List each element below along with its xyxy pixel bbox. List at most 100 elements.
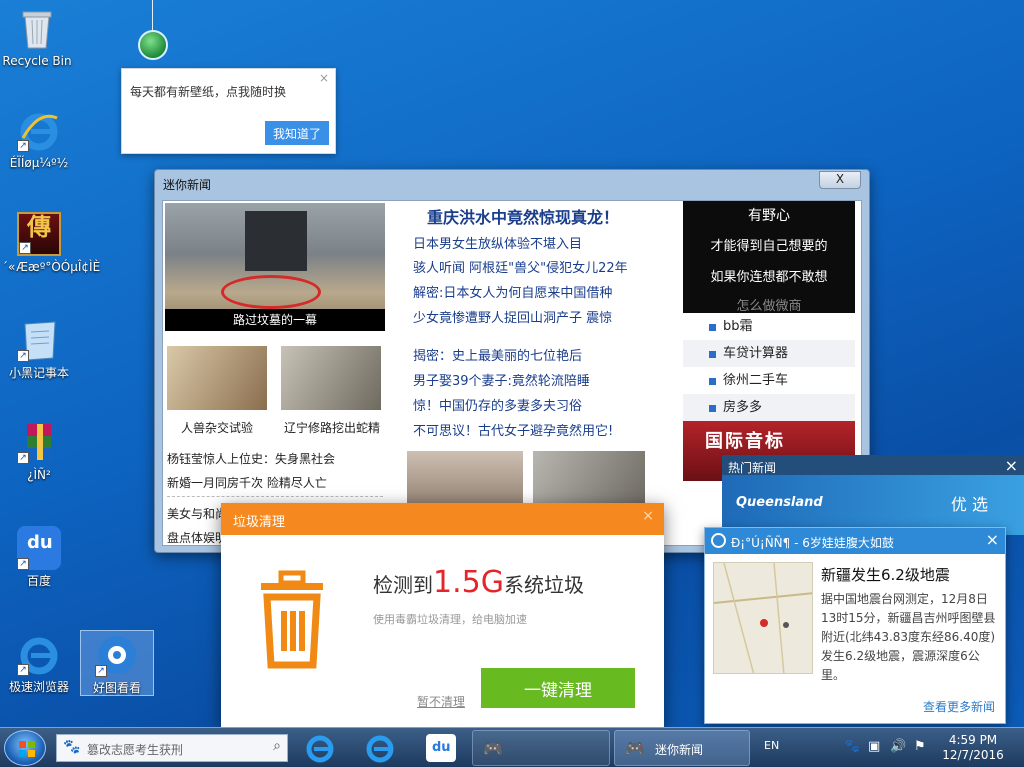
wallpaper-tip-popup: × 每天都有新壁纸，点我随时换 我知道了 — [121, 68, 336, 154]
headline-link[interactable]: 重庆洪水中竟然惊现真龙！ — [427, 204, 619, 228]
tip-ok-button[interactable]: 我知道了 — [265, 121, 329, 145]
pinned-browser-icon[interactable] — [362, 732, 398, 764]
desktop-icon-winrar[interactable]: ↗ ¿ÌÑ² — [2, 420, 76, 482]
desktop-icon-ie-shortcut[interactable]: ↗ ÉÏÍøµ¼º½ — [2, 108, 76, 170]
taskbar: 🐾 篡改志愿考生获刑 ⌕ du 🎮 🎮 迷你新闻 EN 🐾 ▣ 🔊 ⚑ 4:59… — [0, 727, 1024, 767]
ad-line: 有野心 — [748, 208, 790, 224]
ad-line: 怎么做微商 — [736, 299, 802, 314]
notepad-icon: ↗ — [17, 318, 61, 362]
language-indicator[interactable]: EN — [764, 739, 779, 752]
desktop-icon-label: 极速浏览器 — [8, 680, 69, 694]
hot-news-panel: 热门新闻 × Queensland 优 选 — [722, 455, 1024, 535]
close-icon[interactable]: × — [642, 508, 654, 524]
thumb-caption-1[interactable]: 人兽杂交试验 — [167, 419, 267, 436]
left-news-link[interactable]: 美女与和尚 — [167, 505, 227, 522]
desktop-icon-label: ÉÏÍøµ¼º½ — [9, 156, 69, 170]
shortcut-arrow-icon: ↗ — [17, 350, 29, 362]
notice-title[interactable]: Ð¡°Ú¡ÑÑ¶ - 6岁娃娃腹大如鼓 — [731, 534, 894, 551]
desktop-icon-baidu[interactable]: du ↗ 百度 — [2, 526, 76, 588]
desktop-icon-label: ´«Ææº°ÒÓµÎ¢ÌÈ — [2, 260, 101, 274]
dialog-header: 垃圾清理 × — [221, 503, 664, 535]
quake-map-thumbnail[interactable] — [713, 562, 813, 674]
desktop-icon-recycle-bin[interactable]: Recycle Bin — [0, 6, 74, 68]
skip-clean-link[interactable]: 暂不清理 — [417, 693, 465, 710]
desktop-icon-legend-game[interactable]: 傳 ↗ ´«Ææº°ÒÓµÎ¢ÌÈ — [2, 212, 101, 274]
shortcut-arrow-icon: ↗ — [17, 452, 29, 464]
pin-string — [152, 0, 153, 32]
dialog-title: 垃圾清理 — [233, 515, 286, 530]
ad-line: 才能得到自己想要的 — [710, 239, 828, 254]
wallpaper-globe-icon[interactable] — [138, 30, 168, 60]
network-icon[interactable]: ▣ — [868, 739, 880, 754]
close-icon[interactable]: × — [1005, 456, 1018, 475]
close-icon[interactable]: × — [319, 71, 329, 85]
baidu-tray-icon[interactable]: 🐾 — [844, 739, 860, 754]
desktop-icon-image-viewer[interactable]: ↗ 好图看看 — [80, 630, 154, 696]
close-icon[interactable]: × — [986, 530, 999, 549]
side-link[interactable]: 房多多 — [683, 394, 855, 421]
ad-red-text: 国际音标 — [705, 431, 785, 452]
more-news-link[interactable]: 查看更多新闻 — [923, 698, 995, 715]
window-close-button[interactable]: X — [819, 171, 861, 189]
side-link[interactable]: 车贷计算器 — [683, 340, 855, 367]
windows-logo-icon — [19, 741, 35, 757]
shortcut-arrow-icon: ↗ — [95, 665, 107, 677]
junk-amount: 1.5G — [433, 565, 504, 600]
system-clock[interactable]: 4:59 PM 12/7/2016 — [934, 733, 1012, 763]
news-link[interactable]: 解密:日本女人为何自愿来中国借种 — [413, 282, 612, 301]
quake-notice-popup: Ð¡°Ú¡ÑÑ¶ - 6岁娃娃腹大如鼓 × 新疆发生6.2级地震 据中国地震台网… — [704, 527, 1006, 724]
game-icon: 傳 ↗ — [17, 212, 61, 256]
thumb-photo-2[interactable] — [281, 346, 381, 410]
one-click-clean-button[interactable]: 一键清理 — [481, 668, 635, 708]
junk-subtitle: 使用毒霸垃圾清理，给电脑加速 — [373, 613, 527, 626]
news-link[interactable]: 不可思议！古代女子避孕竟然用它! — [413, 420, 613, 439]
app-gamepad-icon: 🎮 — [625, 739, 645, 758]
notice-body: 据中国地震台网测定，12月8日13时15分，新疆昌吉州呼图壁县附近(北纬43.8… — [821, 592, 996, 682]
thumb-photo-1[interactable] — [167, 346, 267, 410]
pinned-baidu-icon[interactable]: du — [426, 734, 456, 762]
news-link[interactable]: 骇人听闻 阿根廷"兽父"侵犯女儿22年 — [413, 257, 628, 276]
pinned-ie-icon[interactable] — [302, 732, 338, 764]
shortcut-arrow-icon: ↗ — [19, 242, 31, 254]
taskbar-search[interactable]: 🐾 篡改志愿考生获刑 ⌕ — [56, 734, 288, 762]
photo-caption: 路过坟墓的一幕 — [165, 309, 385, 331]
action-center-flag-icon[interactable]: ⚑ — [914, 739, 926, 754]
side-link[interactable]: 徐州二手车 — [683, 367, 855, 394]
taskbar-app-button[interactable]: 🎮 — [472, 730, 610, 766]
news-link[interactable]: 日本男女生放纵体验不堪入目 — [413, 233, 582, 252]
junk-summary: 检测到1.5G系统垃圾 — [373, 565, 584, 600]
baidu-paw-icon: 🐾 — [63, 739, 81, 755]
desktop-icon-speed-browser[interactable]: ↗ 极速浏览器 — [2, 632, 76, 694]
news-link[interactable]: 男子娶39个妻子:竟然轮流陪睡 — [413, 370, 590, 389]
clock-icon — [711, 533, 726, 548]
left-news-link[interactable]: 杨钰莹惊人上位史：失身黑社会 — [167, 450, 335, 467]
volume-icon[interactable]: 🔊 — [890, 739, 906, 754]
ie-icon: ↗ — [17, 108, 61, 152]
side-link-label: 车贷计算器 — [723, 346, 789, 361]
banner-pick: 优 选 — [950, 495, 988, 514]
baidu-icon: du ↗ — [17, 526, 61, 570]
news-link[interactable]: 少女竟惨遭野人捉回山洞产子 震惊 — [413, 307, 612, 326]
desktop-icon-label: 百度 — [26, 574, 51, 588]
bottom-photo-1[interactable] — [407, 451, 523, 511]
window-title: 迷你新闻 — [163, 178, 212, 192]
notice-heading[interactable]: 新疆发生6.2级地震 — [821, 564, 950, 585]
left-news-link[interactable]: 盘点体娱明 — [167, 529, 227, 545]
ad-banner-dark[interactable]: 有野心 才能得到自己想要的 如果你连想都不敢想 怎么做微商 — [683, 201, 855, 314]
thumb-caption-2[interactable]: 辽宁修路挖出蛇精 — [275, 419, 389, 436]
start-button[interactable] — [4, 730, 46, 766]
app-gamepad-icon: 🎮 — [483, 739, 503, 758]
left-news-link[interactable]: 新婚一月同房千次 险精尽人亡 — [167, 474, 327, 491]
main-news-photo[interactable]: 路过坟墓的一幕 — [165, 203, 385, 331]
news-link[interactable]: 惊！中国仍存的多妻多夫习俗 — [413, 395, 582, 414]
hot-news-banner[interactable]: Queensland 优 选 — [722, 475, 1024, 535]
desktop-icon-label: ¿ÌÑ² — [27, 468, 51, 482]
side-link[interactable]: bb霜 — [683, 313, 855, 340]
desktop-icon-notepad[interactable]: ↗ 小黑记事本 — [2, 318, 76, 380]
news-link[interactable]: 揭密：史上最美丽的七位艳后 — [413, 345, 582, 364]
search-icon[interactable]: ⌕ — [273, 738, 281, 754]
bottom-photo-2[interactable] — [533, 451, 645, 511]
shortcut-arrow-icon: ↗ — [17, 558, 29, 570]
banner-brand: Queensland — [736, 495, 823, 510]
taskbar-mini-news-button[interactable]: 🎮 迷你新闻 — [614, 730, 750, 766]
